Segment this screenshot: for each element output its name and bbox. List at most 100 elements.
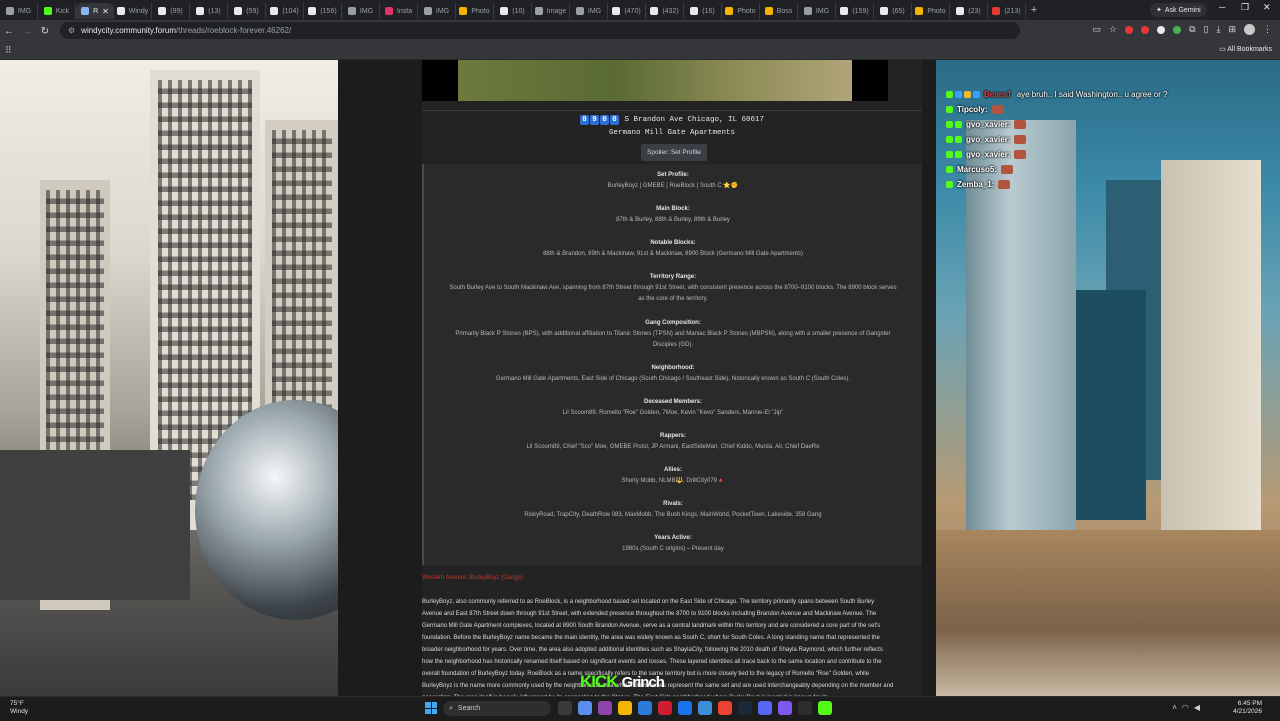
pinned-apps bbox=[558, 701, 832, 715]
wifi-icon[interactable]: ◠ bbox=[1182, 703, 1189, 712]
taskbar-app-icon[interactable] bbox=[718, 701, 732, 715]
minimize-icon[interactable]: ─ bbox=[1219, 2, 1225, 12]
weather-widget[interactable]: 75°F Windy bbox=[10, 700, 28, 716]
extension-icon[interactable] bbox=[1141, 25, 1150, 34]
section-text: South Burley Ave to South Mackinaw Ave, … bbox=[446, 283, 900, 305]
taskbar-app-icon[interactable] bbox=[638, 701, 652, 715]
system-tray: ˄ ◠ ◀ bbox=[1172, 703, 1200, 712]
browser-tab[interactable]: (13) bbox=[190, 3, 228, 19]
taskbar-app-icon[interactable] bbox=[658, 701, 672, 715]
taskbar-app-icon[interactable] bbox=[598, 701, 612, 715]
browser-tab[interactable]: Insta bbox=[380, 3, 418, 19]
apps-grid-icon[interactable]: ⠿ bbox=[5, 45, 12, 56]
cast-icon[interactable]: ▭ bbox=[1092, 24, 1101, 35]
menu-icon[interactable]: ⋮ bbox=[1263, 24, 1272, 35]
section-heading: Main Block: bbox=[656, 206, 690, 212]
browser-tab[interactable]: Boss bbox=[760, 3, 798, 19]
chat-username[interactable]: BearsJ bbox=[984, 90, 1011, 99]
ask-gemini-button[interactable]: ✦ Ask Gemini bbox=[1150, 3, 1207, 17]
taskbar-app-icon[interactable] bbox=[778, 701, 792, 715]
background-photo-left bbox=[0, 60, 338, 696]
emote-icon bbox=[1014, 135, 1027, 144]
browser-tab[interactable]: Photo bbox=[722, 3, 760, 19]
reload-icon[interactable]: ↻ bbox=[36, 26, 54, 37]
taskbar-app-icon[interactable] bbox=[678, 701, 692, 715]
complex-name: Germano Mill Gate Apartments bbox=[608, 129, 736, 137]
tab-label: (159) bbox=[852, 7, 869, 15]
tab-label: IMG bbox=[359, 7, 374, 15]
browser-tab[interactable]: (16) bbox=[684, 3, 722, 19]
tab-favicon-icon bbox=[423, 7, 432, 15]
taskbar-app-icon[interactable] bbox=[558, 701, 572, 715]
extension-icon[interactable] bbox=[1173, 25, 1182, 34]
chat-username[interactable]: gvo_xavier: bbox=[966, 150, 1010, 159]
url-host: windycity.community.forum bbox=[81, 26, 177, 35]
chat-username[interactable]: Tipcoly: bbox=[957, 105, 988, 114]
browser-tab[interactable]: (65) bbox=[874, 3, 912, 19]
windows-start-icon[interactable] bbox=[425, 702, 437, 714]
browser-tab[interactable]: (432) bbox=[646, 3, 684, 19]
browser-tab[interactable]: IMG bbox=[0, 3, 38, 19]
tab-search-icon[interactable]: ⊞ bbox=[1228, 24, 1236, 35]
chevron-up-icon[interactable]: ˄ bbox=[1172, 703, 1177, 712]
red-link[interactable]: Western Avenue: BurleyBoyz (Gangs) bbox=[422, 575, 523, 581]
download-icon[interactable]: ⤓ bbox=[1216, 24, 1220, 35]
browser-tab[interactable]: Windy bbox=[114, 3, 152, 19]
volume-icon[interactable]: ◀ bbox=[1194, 703, 1200, 712]
chat-username[interactable]: Zemba_1: bbox=[957, 180, 994, 189]
browser-tab[interactable]: IMG bbox=[342, 3, 380, 19]
extension-icon[interactable] bbox=[1125, 25, 1134, 34]
browser-tab[interactable]: Photo bbox=[912, 3, 950, 19]
browser-tab[interactable]: IMG bbox=[798, 3, 836, 19]
taskbar-app-icon[interactable] bbox=[738, 701, 752, 715]
taskbar-app-icon[interactable] bbox=[578, 701, 592, 715]
taskbar-app-icon[interactable] bbox=[798, 701, 812, 715]
taskbar-app-icon[interactable] bbox=[698, 701, 712, 715]
browser-tab[interactable]: (104) bbox=[266, 3, 304, 19]
section-text-value: Shorty Mobb, NLMB🔱, DrillCity079🔺 bbox=[621, 478, 725, 484]
browser-tab[interactable]: (10) bbox=[494, 3, 532, 19]
chat-username[interactable]: gvo_xavier: bbox=[966, 135, 1010, 144]
close-window-icon[interactable]: ✕ bbox=[1263, 2, 1271, 13]
extensions-puzzle-icon[interactable]: ⧉ bbox=[1189, 24, 1195, 35]
taskbar-app-icon[interactable] bbox=[758, 701, 772, 715]
tab-favicon-icon bbox=[196, 7, 205, 15]
browser-tab[interactable]: IMG bbox=[570, 3, 608, 19]
maximize-icon[interactable]: ❐ bbox=[1241, 2, 1249, 13]
browser-tab[interactable]: (470) bbox=[608, 3, 646, 19]
sidebar-icon[interactable]: ▯ bbox=[1204, 24, 1209, 35]
url-path: /threads/roeblock-forever.46262/ bbox=[176, 26, 292, 35]
extension-icon[interactable] bbox=[1157, 25, 1166, 34]
browser-tab[interactable]: (159) bbox=[836, 3, 874, 19]
back-icon[interactable]: ← bbox=[0, 26, 18, 37]
browser-tab[interactable]: Image bbox=[532, 3, 570, 19]
browser-tab[interactable]: (213) bbox=[988, 3, 1026, 19]
browser-tab[interactable]: (156) bbox=[304, 3, 342, 19]
chat-username[interactable]: gvo_xavier: bbox=[966, 120, 1010, 129]
browser-tab[interactable]: Photo bbox=[456, 3, 494, 19]
address-bar[interactable]: ⚙ windycity.community.forum/threads/roeb… bbox=[60, 22, 1020, 39]
browser-tab[interactable]: (23) bbox=[950, 3, 988, 19]
all-bookmarks-button[interactable]: ▭ All Bookmarks bbox=[1219, 45, 1272, 53]
chat-badge-icon bbox=[946, 151, 953, 158]
spoiler-button[interactable]: Spoiler: Set Profile bbox=[641, 144, 707, 161]
new-tab-button[interactable]: + bbox=[1026, 4, 1042, 16]
forward-icon[interactable]: → bbox=[18, 26, 36, 37]
ask-gemini-label: Ask Gemini bbox=[1164, 6, 1201, 14]
browser-tab[interactable]: IMG bbox=[418, 3, 456, 19]
profile-avatar[interactable] bbox=[1244, 24, 1255, 35]
tab-close-icon[interactable]: ✕ bbox=[102, 7, 109, 16]
system-clock[interactable]: 6:45 PM 4/21/2026 bbox=[1233, 700, 1262, 716]
site-info-icon[interactable]: ⚙ bbox=[68, 26, 75, 35]
browser-tab[interactable]: (59) bbox=[228, 3, 266, 19]
address-digit: 0 bbox=[599, 115, 609, 125]
browser-tab[interactable]: Kick bbox=[38, 3, 76, 19]
bookmark-star-icon[interactable]: ☆ bbox=[1109, 24, 1117, 35]
chat-username[interactable]: Marcuso5: bbox=[957, 165, 997, 174]
browser-tab[interactable]: (99) bbox=[152, 3, 190, 19]
browser-tab[interactable]: R ✕ bbox=[76, 3, 114, 19]
taskbar-app-icon[interactable] bbox=[618, 701, 632, 715]
taskbar-app-icon[interactable] bbox=[818, 701, 832, 715]
tab-favicon-icon bbox=[81, 7, 90, 15]
taskbar-search[interactable]: ⌕ Search bbox=[443, 701, 551, 716]
